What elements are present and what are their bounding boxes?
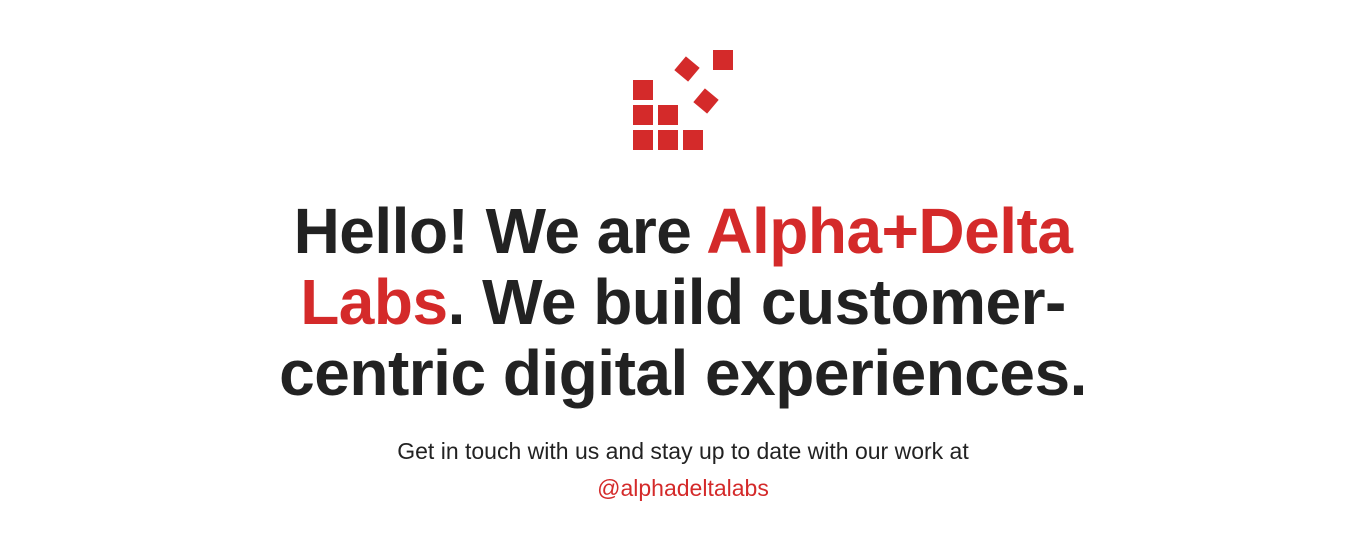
- hero-headline: Hello! We are Alpha+Delta Labs. We build…: [273, 196, 1093, 409]
- logo-block-floating: [713, 50, 733, 70]
- brand-logo-icon: [628, 45, 738, 155]
- logo-block: [633, 80, 653, 100]
- logo-block: [683, 130, 703, 150]
- logo-block: [658, 130, 678, 150]
- hero-section: Hello! We are Alpha+Delta Labs. We build…: [0, 196, 1366, 409]
- headline-intro: Hello! We are: [293, 195, 707, 267]
- logo-block: [633, 130, 653, 150]
- blocks-logo-svg: [633, 50, 733, 150]
- contact-text: Get in touch with us and stay up to date…: [397, 438, 969, 464]
- logo-block: [658, 105, 678, 125]
- social-handle-link[interactable]: @alphadeltalabs: [597, 475, 769, 501]
- logo-block-floating: [674, 56, 700, 82]
- logo-block-floating: [693, 88, 719, 114]
- contact-section: Get in touch with us and stay up to date…: [0, 433, 1366, 507]
- logo-block: [633, 105, 653, 125]
